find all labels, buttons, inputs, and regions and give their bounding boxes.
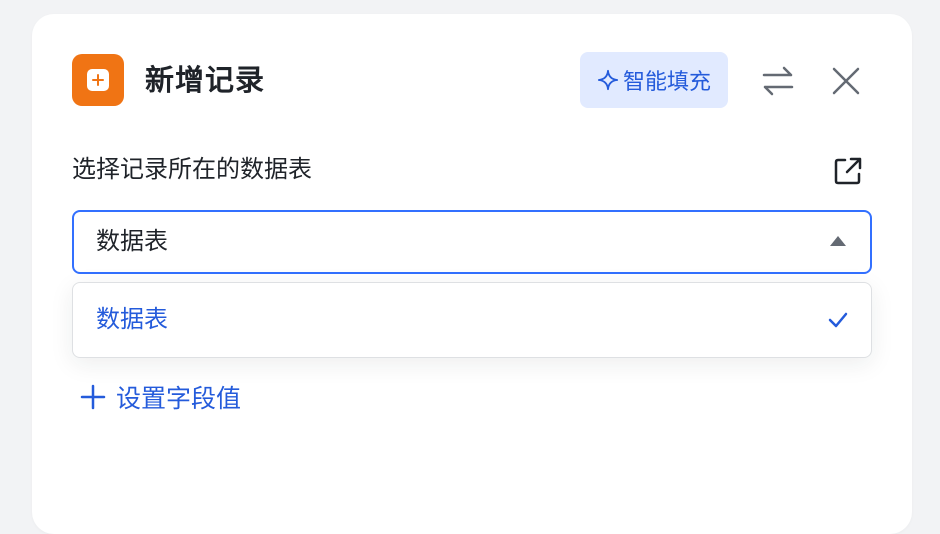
open-external-icon bbox=[834, 157, 862, 185]
table-select-label: 选择记录所在的数据表 bbox=[72, 156, 312, 183]
swap-arrows-icon bbox=[762, 66, 794, 96]
panel-header: 新增记录 智能填充 bbox=[72, 52, 872, 108]
smart-fill-label: 智能填充 bbox=[622, 69, 711, 94]
dropdown-option[interactable]: 数据表 bbox=[73, 283, 871, 357]
table-select[interactable]: 数据表 bbox=[72, 210, 872, 274]
table-select-value: 数据表 bbox=[96, 228, 168, 255]
smart-fill-button[interactable]: 智能填充 bbox=[580, 52, 728, 108]
table-dropdown: 数据表 bbox=[72, 282, 872, 358]
add-record-panel: 新增记录 智能填充 选择记录所在的数据表 数据表 数据表 设置字段值 bbox=[32, 14, 912, 534]
plus-icon bbox=[80, 384, 106, 410]
add-field-button[interactable]: 设置字段值 bbox=[80, 380, 241, 414]
switch-button[interactable] bbox=[760, 63, 796, 99]
close-button[interactable] bbox=[828, 63, 864, 99]
add-record-icon bbox=[72, 54, 124, 106]
panel-title: 新增记录 bbox=[145, 65, 266, 97]
open-table-button[interactable] bbox=[831, 154, 865, 188]
close-icon bbox=[832, 67, 860, 95]
sparkle-icon bbox=[597, 69, 619, 91]
caret-up-icon bbox=[830, 236, 846, 246]
add-field-label: 设置字段值 bbox=[116, 385, 242, 413]
check-icon bbox=[828, 312, 848, 328]
dropdown-option-label: 数据表 bbox=[96, 306, 168, 333]
